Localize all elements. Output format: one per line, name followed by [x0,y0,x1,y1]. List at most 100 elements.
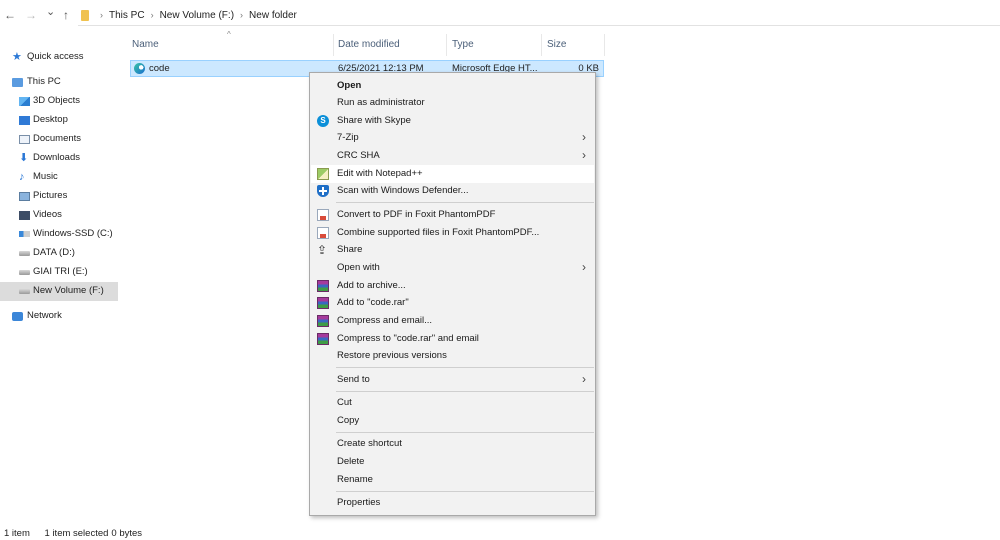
sidebar-item-label: Downloads [33,152,80,163]
menu-item-label: Restore previous versions [337,350,447,361]
menu-item-properties[interactable]: Properties [311,494,594,512]
menu-item-compress-and-email[interactable]: Compress and email... [311,312,594,330]
menu-item-crc-sha[interactable]: CRC SHA › [311,147,594,165]
menu-item-label: Combine supported files in Foxit Phantom… [337,227,540,238]
context-menu: Open Run as administrator S Share with S… [309,72,596,516]
menu-item-label: Convert to PDF in Foxit PhantomPDF [337,209,496,220]
navigation-pane: ★ Quick access This PC 3D Objects Deskto… [0,38,120,518]
address-box[interactable]: › This PC › New Volume (F:) › New folder [78,4,1000,26]
submenu-chevron-icon: › [582,130,586,144]
menu-separator [336,202,594,203]
menu-item-label: Open with [337,262,380,273]
sidebar-item-documents[interactable]: Documents [0,130,118,149]
menu-item-label: Compress to "code.rar" and email [337,333,479,344]
sidebar-item-label: Network [27,310,62,321]
column-header-date-modified[interactable]: Date modified [338,39,400,61]
menu-item-add-to-code-rar[interactable]: Add to "code.rar" [311,294,594,312]
computer-icon [12,78,23,87]
menu-separator [336,432,594,433]
winrar-icon [317,297,329,309]
breadcrumb-separator-icon: › [240,10,244,20]
sidebar-item-3d-objects[interactable]: 3D Objects [0,92,118,111]
back-arrow-icon[interactable]: ← [4,8,16,22]
menu-item-send-to[interactable]: Send to › [311,371,594,389]
forward-arrow-icon[interactable]: → [25,8,37,22]
recent-locations-chevron-icon[interactable]: ⌄ [46,5,55,19]
sidebar-item-label: GIAI TRI (E:) [33,266,88,277]
menu-item-7-zip[interactable]: 7-Zip › [311,129,594,147]
menu-item-add-to-archive[interactable]: Add to archive... [311,277,594,295]
menu-item-copy[interactable]: Copy [311,412,594,430]
status-item-count: 1 item [4,528,30,539]
menu-item-run-as-administrator[interactable]: Run as administrator [311,94,594,112]
sidebar-item-this-pc[interactable]: This PC [0,73,118,92]
menu-item-open-with[interactable]: Open with › [311,259,594,277]
sidebar-item-windows-ssd[interactable]: Windows-SSD (C:) [0,225,118,244]
sidebar-item-pictures[interactable]: Pictures [0,187,118,206]
menu-item-scan-with-windows-defender[interactable]: Scan with Windows Defender... [311,182,594,200]
menu-item-share-with-skype[interactable]: S Share with Skype [311,112,594,130]
column-header-name[interactable]: Name [132,39,159,61]
menu-item-rename[interactable]: Rename [311,471,594,489]
download-icon: ⬇ [19,152,29,164]
menu-item-label: Create shortcut [337,438,402,449]
status-bar: 1 item 1 item selected 0 bytes [4,528,154,539]
sidebar-item-videos[interactable]: Videos [0,206,118,225]
menu-item-delete[interactable]: Delete [311,453,594,471]
column-divider[interactable] [446,34,447,56]
column-divider[interactable] [333,34,334,56]
sidebar-item-music[interactable]: ♪ Music [0,168,118,187]
menu-item-convert-to-pdf-foxit[interactable]: Convert to PDF in Foxit PhantomPDF [311,206,594,224]
menu-separator [336,367,594,368]
sidebar-item-downloads[interactable]: ⬇ Downloads [0,149,118,168]
menu-item-open[interactable]: Open [311,77,594,95]
breadcrumb-new-folder[interactable]: New folder [249,10,297,21]
address-bar: ← → ⌄ ↑ › This PC › New Volume (F:) › Ne… [0,0,1000,30]
sidebar-item-desktop[interactable]: Desktop [0,111,118,130]
menu-item-create-shortcut[interactable]: Create shortcut [311,435,594,453]
sidebar-item-data-d[interactable]: DATA (D:) [0,244,118,263]
edge-icon [134,63,145,74]
file-name[interactable]: code [149,63,170,74]
menu-item-label: Cut [337,397,352,408]
network-icon [12,312,23,321]
sidebar-item-network[interactable]: Network [0,307,118,326]
sidebar-item-label: Pictures [33,190,68,201]
folder-icon [81,10,89,21]
menu-item-share[interactable]: ⇪ Share [311,241,594,259]
share-icon: ⇪ [317,243,328,257]
column-header-size[interactable]: Size [547,39,566,61]
skype-icon: S [317,115,329,127]
submenu-chevron-icon: › [582,260,586,274]
sidebar-item-label: Desktop [33,114,68,125]
menu-separator [336,491,594,492]
menu-item-compress-to-code-rar-and-email[interactable]: Compress to "code.rar" and email [311,330,594,348]
sidebar-item-new-volume-f[interactable]: New Volume (F:) [0,282,118,301]
sidebar-item-label: Music [33,171,58,182]
drive-icon [19,289,30,294]
breadcrumb-separator-icon: › [150,10,154,20]
menu-item-label: 7-Zip [337,132,359,143]
column-divider[interactable] [541,34,542,56]
cube-icon [19,97,30,106]
menu-item-edit-with-notepad-plus-plus[interactable]: Edit with Notepad++ [311,165,594,183]
winrar-icon [317,315,329,327]
menu-item-cut[interactable]: Cut [311,394,594,412]
sidebar-item-label: This PC [27,76,61,87]
up-arrow-icon[interactable]: ↑ [63,8,69,22]
menu-item-label: Run as administrator [337,97,425,108]
sidebar-item-quick-access[interactable]: ★ Quick access [0,48,118,67]
pictures-icon [19,192,30,201]
breadcrumb-new-volume[interactable]: New Volume (F:) [160,10,234,21]
breadcrumb-this-pc[interactable]: This PC [109,10,145,21]
foxit-icon [317,227,329,239]
music-icon: ♪ [19,171,25,183]
menu-item-combine-files-foxit[interactable]: Combine supported files in Foxit Phantom… [311,224,594,242]
menu-item-restore-previous-versions[interactable]: Restore previous versions [311,347,594,365]
column-divider[interactable] [604,34,605,56]
sidebar-item-giai-tri-e[interactable]: GIAI TRI (E:) [0,263,118,282]
column-header-type[interactable]: Type [452,39,474,61]
status-selection: 1 item selected [44,528,109,539]
breadcrumb: › This PC › New Volume (F:) › New folder [94,8,297,22]
menu-item-label: Properties [337,497,381,508]
